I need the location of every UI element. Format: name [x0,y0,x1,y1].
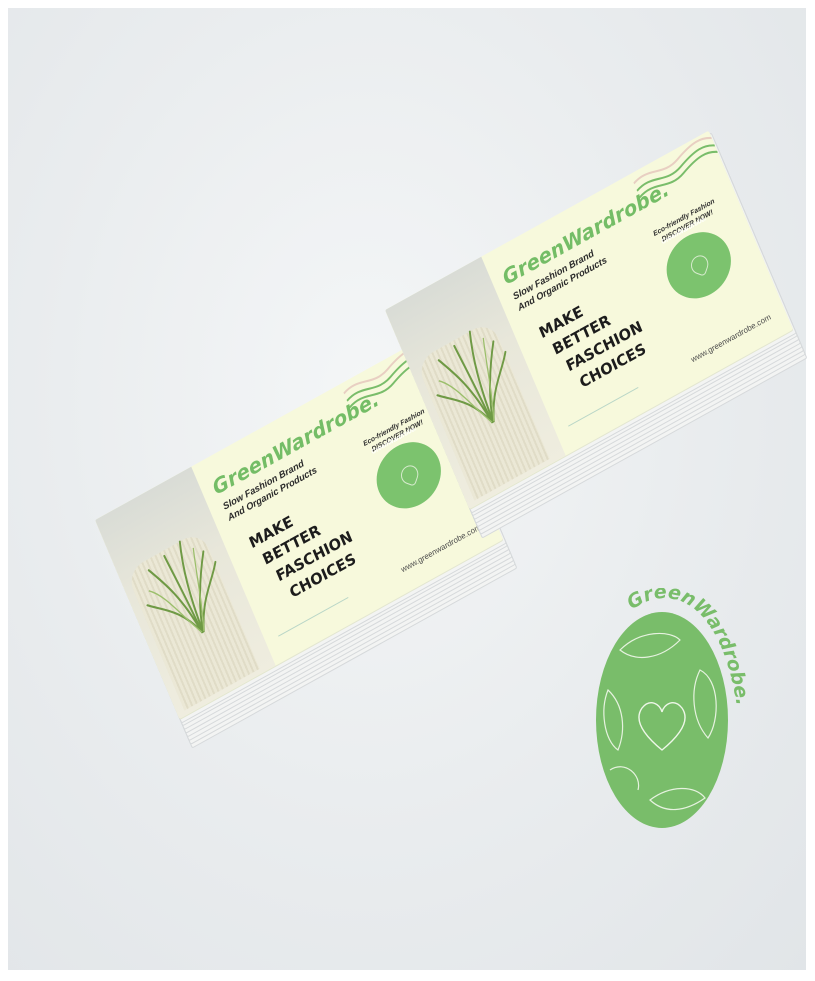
heart-icon [398,463,421,487]
seal-arc-name: GreenWardrobe. [628,588,746,707]
brand-seal-small: GreenWardrobe. [366,425,451,521]
heart-icon [688,253,711,277]
brand-seal-small: GreenWardrobe. [656,215,741,311]
svg-text:GreenWardrobe.: GreenWardrobe. [628,588,746,707]
brand-seal-arc-text: GreenWardrobe. [628,588,746,707]
